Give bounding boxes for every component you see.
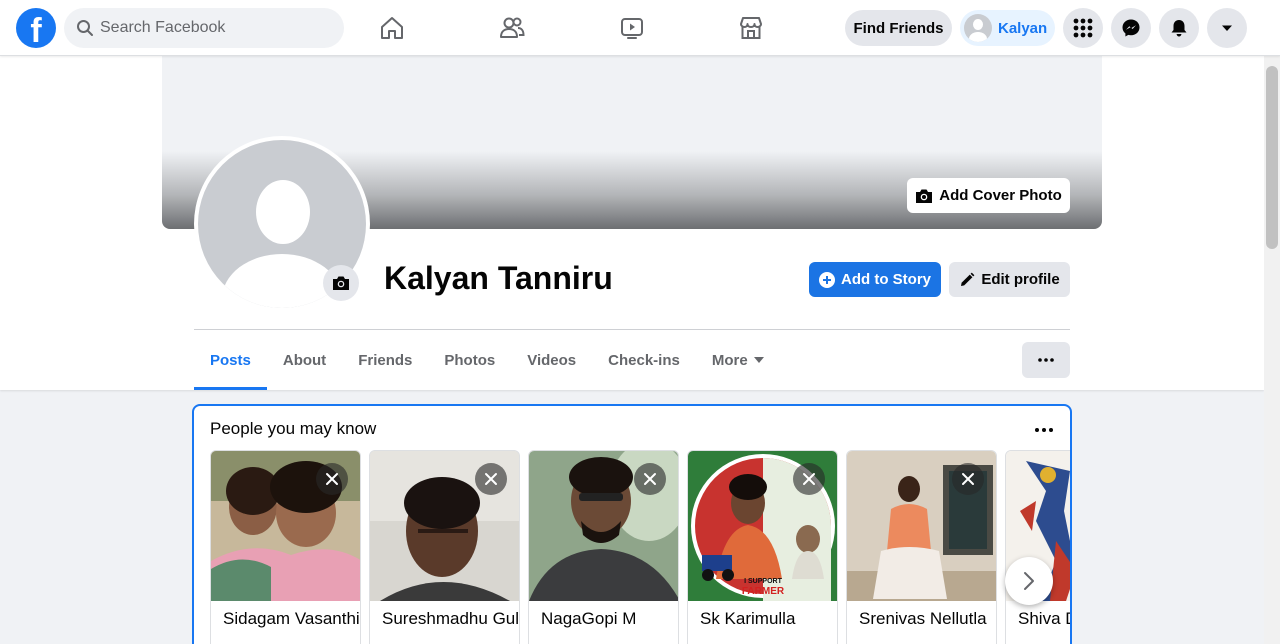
add-cover-photo-button[interactable]: Add Cover Photo (907, 178, 1070, 213)
close-icon (326, 473, 338, 485)
menu-button[interactable] (1063, 8, 1103, 48)
account-caret-icon (1222, 25, 1232, 31)
nav-marketplace[interactable] (721, 8, 781, 48)
add-to-story-button[interactable]: Add to Story (809, 262, 941, 297)
person-card[interactable]: Sidagam Vasanthi (210, 450, 361, 644)
person-card[interactable]: Shiva D (1005, 450, 1070, 644)
profile-options-button[interactable] (1022, 342, 1070, 378)
person-name[interactable]: Shiva D (1018, 609, 1070, 629)
tab-label: Photos (444, 351, 496, 369)
dismiss-button[interactable] (793, 463, 825, 495)
close-icon (962, 473, 974, 485)
avatar (964, 14, 992, 42)
search-box[interactable] (64, 8, 344, 48)
dismiss-button[interactable] (634, 463, 666, 495)
person-name[interactable]: Srenivas Nellutla (859, 609, 995, 629)
friends-icon (500, 17, 525, 38)
pymk-options-button[interactable] (1030, 416, 1058, 444)
nav-watch[interactable] (602, 8, 662, 48)
camera-icon (333, 276, 349, 290)
person-name[interactable]: Sidagam Vasanthi (223, 609, 359, 629)
nav-home[interactable] (362, 8, 422, 48)
profile-name: Kalyan Tanniru (384, 260, 613, 296)
marketplace-icon (740, 17, 762, 39)
badge-text: I SUPPORT (744, 578, 782, 585)
more-dots-icon (1035, 428, 1053, 432)
tab-label: Check-ins (608, 351, 680, 369)
person-card[interactable]: I SUPPORT FARMER Sk Karimulla (687, 450, 838, 644)
close-icon (485, 473, 497, 485)
plus-circle-icon (819, 271, 835, 288)
home-icon (381, 17, 403, 39)
add-to-story-label: Add to Story (841, 271, 931, 288)
tab-friends[interactable]: Friends (342, 330, 428, 390)
messenger-icon (1122, 19, 1140, 37)
profile-picture[interactable] (194, 136, 370, 312)
top-navigation-bar: f Find Friends Kalyan (0, 0, 1280, 56)
search-icon (77, 20, 93, 36)
close-icon (644, 473, 656, 485)
search-input[interactable] (100, 8, 336, 48)
dismiss-button[interactable] (475, 463, 507, 495)
notifications-button[interactable] (1159, 8, 1199, 48)
scrollbar-thumb[interactable] (1266, 66, 1278, 249)
find-friends-button[interactable]: Find Friends (845, 10, 952, 46)
person-card[interactable]: NagaGopi M (528, 450, 679, 644)
more-dots-icon (1038, 358, 1054, 362)
person-name[interactable]: NagaGopi M (541, 609, 677, 629)
tab-more[interactable]: More (696, 330, 780, 390)
edit-profile-label: Edit profile (981, 271, 1060, 288)
page-scrollbar[interactable] (1264, 56, 1280, 644)
update-profile-picture-button[interactable] (323, 265, 359, 301)
tab-posts[interactable]: Posts (194, 330, 267, 390)
tab-photos[interactable]: Photos (428, 330, 511, 390)
chevron-down-icon (753, 357, 764, 363)
profile-header: Add Cover Photo Kalyan Tanniru Add to St… (0, 56, 1264, 390)
tab-label: Friends (358, 351, 413, 369)
tab-label: Posts (210, 351, 251, 369)
person-name[interactable]: Sureshmadhu Gulla (382, 609, 518, 629)
add-cover-photo-label: Add Cover Photo (939, 187, 1062, 204)
watch-icon (621, 18, 643, 39)
person-name[interactable]: Sk Karimulla (700, 609, 836, 629)
people-carousel: Sidagam Vasanthi Sureshmadhu Gulla NagaG… (210, 450, 1070, 644)
tab-label: About (282, 351, 327, 369)
profile-shortcut[interactable]: Kalyan (960, 10, 1055, 46)
dismiss-button[interactable] (316, 463, 348, 495)
section-title: People you may know (210, 419, 377, 438)
tab-about[interactable]: About (267, 330, 342, 390)
messenger-button[interactable] (1111, 8, 1151, 48)
dismiss-button[interactable] (952, 463, 984, 495)
account-button[interactable] (1207, 8, 1247, 48)
person-card[interactable]: Sureshmadhu Gulla (369, 450, 520, 644)
profile-shortcut-name: Kalyan (998, 19, 1048, 37)
profile-tabs: Posts About Friends Photos Videos Check-… (194, 330, 780, 390)
tab-check-ins[interactable]: Check-ins (592, 330, 696, 390)
pencil-icon (961, 272, 975, 286)
badge-text: FARMER (742, 586, 785, 597)
tab-label: More (711, 351, 748, 369)
tab-label: Videos (527, 351, 577, 369)
person-card[interactable]: Srenivas Nellutla (846, 450, 997, 644)
notifications-icon (1171, 20, 1187, 37)
facebook-logo[interactable]: f (16, 8, 56, 48)
camera-icon (916, 189, 933, 203)
menu-grid-icon (1073, 18, 1093, 38)
close-icon (803, 473, 815, 485)
tab-videos[interactable]: Videos (511, 330, 592, 390)
chevron-right-icon (1024, 572, 1034, 590)
carousel-next-button[interactable] (1005, 557, 1053, 605)
nav-friends[interactable] (482, 8, 542, 48)
people-you-may-know-card: People you may know Sidagam Vasanthi Sur… (192, 404, 1072, 644)
edit-profile-button[interactable]: Edit profile (949, 262, 1070, 297)
